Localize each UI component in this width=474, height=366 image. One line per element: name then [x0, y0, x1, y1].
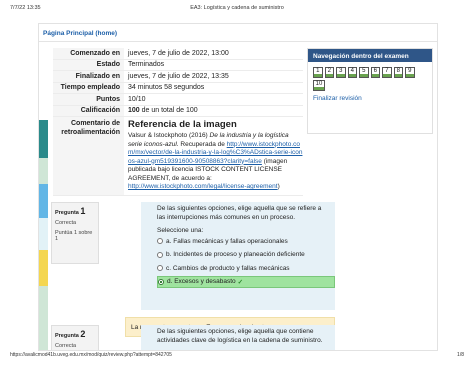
question-nav-button[interactable]: 10 — [313, 80, 325, 91]
answer-option[interactable]: c. Cambios de producto y fallas mecánica… — [157, 262, 329, 275]
summary-label: Puntos — [53, 94, 124, 105]
question-nav-button[interactable]: 1 — [313, 67, 323, 78]
divider — [39, 41, 437, 42]
summary-value: Terminados — [128, 61, 165, 69]
summary-label: Calificación — [53, 105, 124, 116]
quiz-review-page: Página Principal (home) Comenzado en jue… — [38, 23, 438, 351]
feedback-label-line2: retroalimentación — [61, 128, 120, 136]
strip-segment — [39, 120, 48, 158]
summary-row: Calificación 100 de un total de 100 — [53, 105, 303, 117]
summary-row-feedback: Comentario de retroalimentación Referenci… — [53, 117, 303, 196]
feedback-label-line1: Comentario de — [70, 120, 120, 127]
license-link[interactable]: http://www.istockphoto.com/legal/license… — [128, 183, 278, 190]
home-link[interactable]: Página Principal (home) — [43, 30, 117, 37]
question-nav-button[interactable]: 6 — [370, 67, 380, 78]
question-button-grid: 1 2 3 4 5 6 7 8 9 10 — [308, 62, 432, 91]
question-nav-button[interactable]: 8 — [393, 67, 403, 78]
strip-segment — [39, 286, 48, 350]
feedback-body: Valsur & Istockphoto (2016) De la indust… — [128, 132, 303, 192]
question-text: De las siguientes opciones, elige aquell… — [157, 205, 322, 221]
print-url: https://avalicmod41b.uveg.edu.mx/mod/qui… — [10, 352, 172, 358]
license-end: ) — [277, 183, 280, 190]
summary-value: jueves, 7 de julio de 2022, 13:35 — [128, 72, 229, 80]
summary-row: Puntos 10/10 — [53, 94, 303, 106]
question-content-1: De las siguientes opciones, elige aquell… — [141, 202, 335, 310]
citation-after: . Recuperada de — [176, 140, 225, 148]
attempt-summary-table: Comenzado en jueves, 7 de julio de 2022,… — [53, 48, 303, 196]
strip-segment — [39, 158, 48, 184]
question-nav-button[interactable]: 7 — [382, 67, 392, 78]
radio-button[interactable] — [157, 265, 163, 272]
radio-button[interactable] — [157, 238, 163, 245]
grade-total: de un total de 100 — [139, 107, 198, 115]
summary-row: Finalizado en jueves, 7 de julio de 2022… — [53, 71, 303, 83]
question-nav-button[interactable]: 9 — [405, 67, 415, 78]
summary-label: Comenzado en — [53, 48, 124, 59]
strip-segment — [39, 184, 48, 218]
quiz-navigation-title: Navegación dentro del examen — [308, 49, 432, 62]
answer-prompt: Seleccione una: — [157, 227, 204, 234]
question-nav-button[interactable]: 4 — [347, 67, 357, 78]
question-info-1: Pregunta 1 Correcta Puntúa 1 sobre 1 — [51, 202, 99, 264]
question-status: Correcta — [55, 343, 77, 349]
print-title: EA3: Logística y cadena de suministro — [190, 5, 284, 11]
grade-value: 100 — [128, 107, 140, 115]
question-number: Pregunta 1 — [55, 206, 86, 216]
finish-review-link[interactable]: Finalizar revisión — [308, 91, 432, 106]
question-info-2: Pregunta 2 Correcta — [51, 325, 99, 350]
check-icon: ✓ — [237, 278, 244, 286]
summary-label: Tiempo empleado — [53, 82, 124, 93]
question-nav-button[interactable]: 5 — [359, 67, 369, 78]
strip-segment — [39, 250, 48, 286]
question-nav-button[interactable]: 2 — [324, 67, 334, 78]
print-page-number: 1/8 — [457, 352, 464, 358]
print-footer: https://avalicmod41b.uveg.edu.mx/mod/qui… — [10, 352, 464, 362]
answer-option[interactable]: b. Incidentes de proceso y planeación de… — [157, 249, 329, 262]
answer-option-selected[interactable]: d. Excesos y desabasto ✓ — [157, 275, 335, 288]
summary-value: 100 de un total de 100 — [124, 107, 303, 114]
summary-value: 10/10 — [128, 95, 146, 103]
summary-label: Estado — [53, 59, 124, 70]
radio-button-checked[interactable] — [158, 278, 164, 285]
summary-value: 34 minutos 58 segundos — [128, 84, 205, 92]
question-nav-button[interactable]: 3 — [336, 67, 346, 78]
summary-value: jueves, 7 de julio de 2022, 13:00 — [128, 49, 229, 57]
summary-row: Comenzado en jueves, 7 de julio de 2022,… — [53, 48, 303, 60]
feedback-heading: Referencia de la imagen — [128, 119, 237, 130]
summary-row: Tiempo empleado 34 minutos 58 segundos — [53, 82, 303, 94]
radio-button[interactable] — [157, 251, 163, 258]
question-status: Correcta — [55, 220, 77, 226]
summary-label: Comentario de retroalimentación — [53, 117, 124, 195]
print-header: 7/7/22 13:35 EA3: Logística y cadena de … — [10, 5, 464, 15]
quiz-navigation-block: Navegación dentro del examen 1 2 3 4 5 6… — [307, 48, 433, 134]
question-number: Pregunta 2 — [55, 329, 86, 339]
question-points: Puntúa 1 sobre 1 — [55, 230, 93, 242]
strip-segment — [39, 218, 48, 250]
question-text: De las siguientes opciones, elige aquell… — [157, 328, 323, 344]
summary-label: Finalizado en — [53, 71, 124, 82]
color-strip — [39, 120, 48, 350]
question-content-2: De las siguientes opciones, elige aquell… — [141, 325, 335, 350]
feedback-content: Referencia de la imagen Valsur & Istockp… — [124, 117, 303, 195]
citation-text: Valsur & Istockphoto (2016) — [128, 132, 210, 139]
answer-option[interactable]: a. Fallas mecánicas y fallas operacional… — [157, 235, 329, 248]
summary-row: Estado Terminados — [53, 59, 303, 71]
